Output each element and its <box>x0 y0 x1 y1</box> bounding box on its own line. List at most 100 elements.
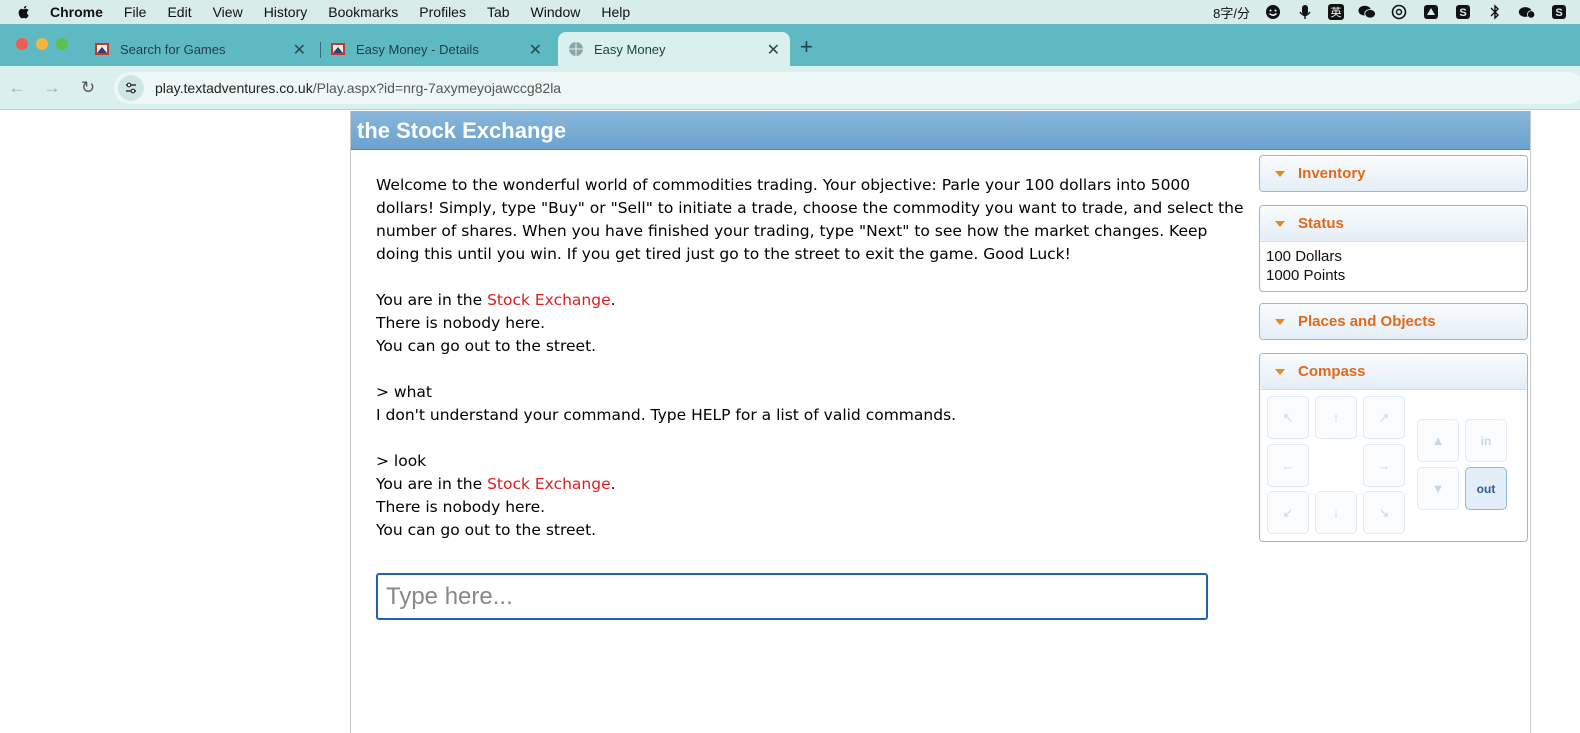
window-zoom-button[interactable] <box>56 38 68 50</box>
compass-in-button[interactable]: in <box>1465 419 1507 462</box>
menu-tab[interactable]: Tab <box>487 4 510 20</box>
compass-up-button[interactable]: ▲ <box>1417 419 1459 462</box>
menu-help[interactable]: Help <box>601 4 630 20</box>
location-title: the Stock Exchange <box>357 118 567 143</box>
menu-window[interactable]: Window <box>531 4 581 20</box>
compass-north-button[interactable]: ↑ <box>1315 396 1357 439</box>
status-pane: Status 100 Dollars 1000 Points <box>1259 205 1528 292</box>
apple-menu-icon[interactable] <box>16 4 32 20</box>
command-echo: > look <box>376 452 427 470</box>
emoji-icon[interactable] <box>1264 4 1282 20</box>
pane-title: Places and Objects <box>1298 313 1436 330</box>
intro-text: Welcome to the wonderful world of commod… <box>376 176 1244 263</box>
compass-northeast-button[interactable]: ↗ <box>1363 396 1405 439</box>
compass-southeast-button[interactable]: ↘ <box>1363 491 1405 534</box>
s-menu-icon[interactable]: S <box>1550 4 1568 20</box>
room-description-line: You are in the Stock Exchange. <box>376 475 616 493</box>
svg-text:S: S <box>1459 7 1466 19</box>
menu-profiles[interactable]: Profiles <box>419 4 466 20</box>
cloud-sync-icon[interactable] <box>1518 4 1536 20</box>
macos-menu-bar: Chrome File Edit View History Bookmarks … <box>0 0 1580 24</box>
object-link-stock-exchange[interactable]: Stock Exchange <box>487 291 611 309</box>
close-icon[interactable]: ✕ <box>767 40 780 60</box>
room-description-line: You are in the Stock Exchange. <box>376 291 616 309</box>
game-output: Welcome to the wonderful world of commod… <box>376 174 1246 542</box>
browser-tab-strip: Search for Games ✕ Easy Money - Details … <box>0 24 1580 66</box>
s-app-icon[interactable]: S <box>1454 4 1472 20</box>
window-close-button[interactable] <box>16 38 28 50</box>
expand-triangle-icon <box>1275 170 1285 177</box>
inventory-pane-header[interactable]: Inventory <box>1260 156 1527 191</box>
compass-down-button[interactable]: ▼ <box>1417 467 1459 510</box>
tab-title: Search for Games <box>120 41 226 57</box>
compass-east-button[interactable]: → <box>1363 444 1405 487</box>
places-pane-header[interactable]: Places and Objects <box>1260 304 1527 339</box>
textadventures-favicon-icon <box>95 43 109 55</box>
room-occupants-line: There is nobody here. <box>376 314 546 332</box>
tab-search-for-games[interactable]: Search for Games ✕ <box>84 32 316 66</box>
compass-southwest-button[interactable]: ↙ <box>1267 491 1309 534</box>
compass-west-button[interactable]: ← <box>1267 444 1309 487</box>
menu-app-chrome[interactable]: Chrome <box>50 4 103 20</box>
pane-title: Inventory <box>1298 165 1366 182</box>
compass-out-button[interactable]: out <box>1465 467 1507 510</box>
globe-icon <box>569 42 583 56</box>
menu-file[interactable]: File <box>124 4 147 20</box>
pane-title: Compass <box>1298 363 1366 380</box>
places-objects-pane: Places and Objects <box>1259 303 1528 340</box>
window-minimize-button[interactable] <box>36 38 48 50</box>
object-link-stock-exchange[interactable]: Stock Exchange <box>487 475 611 493</box>
compass-south-button[interactable]: ↓ <box>1315 491 1357 534</box>
new-tab-plus-icon[interactable]: + <box>800 34 813 60</box>
compass-northwest-button[interactable]: ↖ <box>1267 396 1309 439</box>
input-method-icon[interactable]: 英 <box>1328 4 1344 20</box>
inventory-pane: Inventory <box>1259 155 1528 192</box>
site-settings-icon[interactable] <box>118 75 144 101</box>
bluetooth-icon[interactable] <box>1486 4 1504 20</box>
command-input[interactable] <box>376 573 1208 620</box>
room-exits-line: You can go out to the street. <box>376 521 597 539</box>
tab-title: Easy Money <box>594 41 666 57</box>
compass-grid: ↖ ↑ ↗ ← → ↙ ↓ ↘ ▲ ▼ in out <box>1260 389 1527 541</box>
url-path: /Play.aspx?id=nrg-7axymeyojawccg82la <box>312 80 562 96</box>
menu-history[interactable]: History <box>264 4 308 20</box>
status-dollars: 100 Dollars <box>1266 248 1342 265</box>
close-icon[interactable]: ✕ <box>529 40 542 60</box>
address-bar[interactable]: play.textadventures.co.uk/Play.aspx?id=n… <box>114 72 1580 104</box>
forward-arrow-icon[interactable]: → <box>42 78 62 98</box>
url-host: play.textadventures.co.uk <box>155 80 313 96</box>
wechat-icon[interactable] <box>1358 4 1376 20</box>
pane-title: Status <box>1298 215 1344 232</box>
microphone-icon[interactable] <box>1296 4 1314 20</box>
command-echo: > what <box>376 383 432 401</box>
tab-easy-money-active[interactable]: Easy Money ✕ <box>558 32 790 66</box>
menu-edit[interactable]: Edit <box>167 4 191 20</box>
menu-bookmarks[interactable]: Bookmarks <box>328 4 398 20</box>
status-values: 100 Dollars 1000 Points <box>1260 241 1527 291</box>
close-icon[interactable]: ✕ <box>293 40 306 60</box>
compass-pane-header[interactable]: Compass <box>1260 354 1527 389</box>
reload-icon[interactable]: ↻ <box>78 78 98 98</box>
expand-triangle-icon <box>1275 220 1285 227</box>
menu-view[interactable]: View <box>213 4 243 20</box>
tab-easy-money-details[interactable]: Easy Money - Details ✕ <box>320 32 552 66</box>
status-pane-header[interactable]: Status <box>1260 206 1527 241</box>
status-menu-area: 8字/分 英 S S <box>1213 0 1568 24</box>
room-occupants-line: There is nobody here. <box>376 498 546 516</box>
ime-speed-indicator[interactable]: 8字/分 <box>1213 3 1250 22</box>
svg-text:S: S <box>1555 7 1562 19</box>
room-exits-line: You can go out to the street. <box>376 337 597 355</box>
textadventures-favicon-icon <box>331 43 345 55</box>
browser-toolbar: ← → ↻ play.textadventures.co.uk/Play.asp… <box>0 66 1580 110</box>
url-text: play.textadventures.co.uk/Play.aspx?id=n… <box>155 80 561 96</box>
compass-pane: Compass ↖ ↑ ↗ ← → ↙ ↓ ↘ ▲ ▼ in out <box>1259 353 1528 542</box>
web-page: the Stock Exchange Welcome to the wonder… <box>0 111 1580 733</box>
drive-icon[interactable] <box>1422 4 1440 20</box>
tab-title: Easy Money - Details <box>356 41 479 57</box>
command-response: I don't understand your command. Type HE… <box>376 406 957 424</box>
game-container: the Stock Exchange Welcome to the wonder… <box>350 111 1531 733</box>
expand-triangle-icon <box>1275 318 1285 325</box>
openai-icon[interactable] <box>1390 4 1408 20</box>
status-points: 1000 Points <box>1266 267 1346 284</box>
back-arrow-icon[interactable]: ← <box>7 78 27 98</box>
